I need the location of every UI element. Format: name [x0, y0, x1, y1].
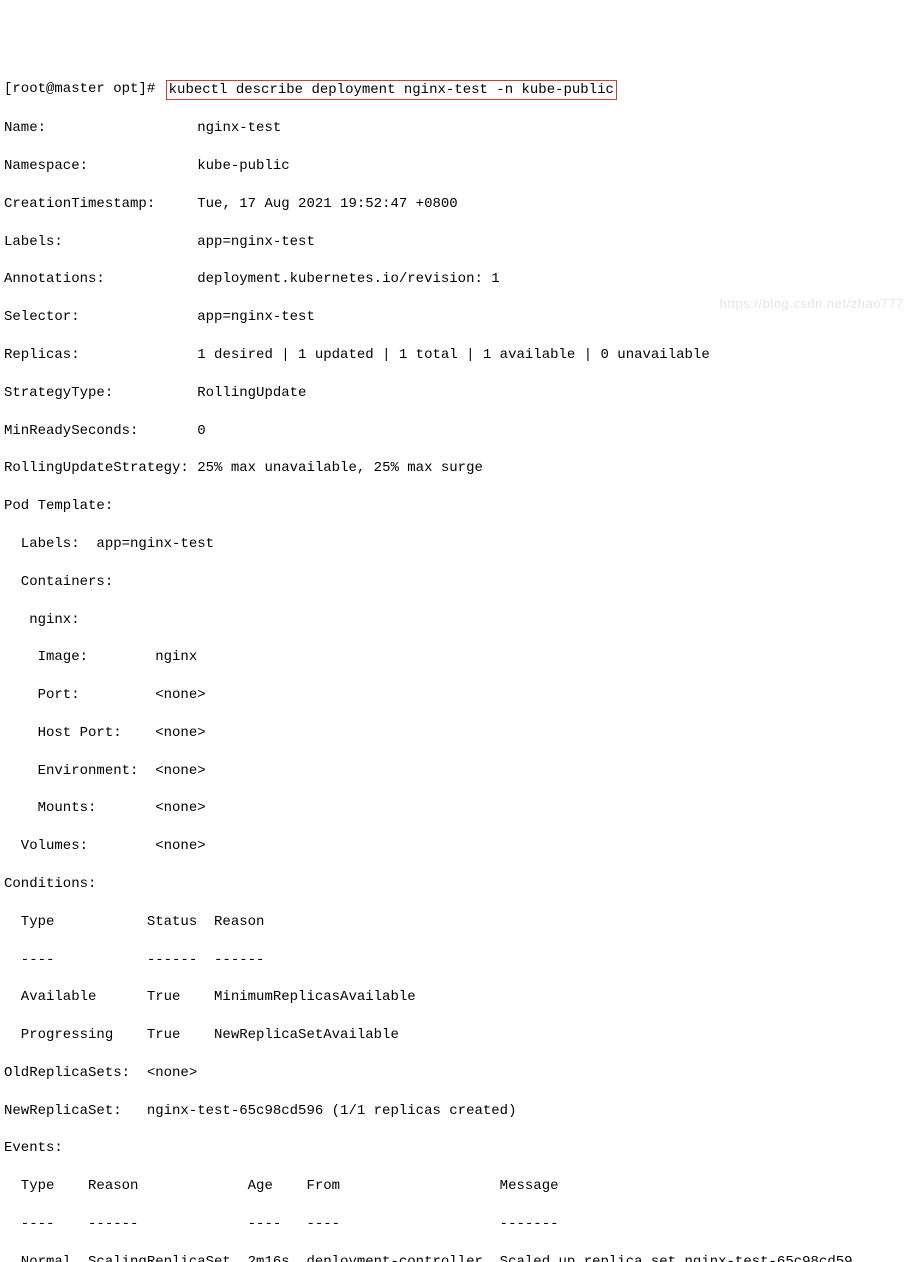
output-line: CreationTimestamp: Tue, 17 Aug 2021 19:5…	[4, 195, 906, 214]
output-line: Mounts: <none>	[4, 799, 906, 818]
output-line: Selector: app=nginx-test	[4, 308, 906, 327]
shell-prompt: [root@master opt]#	[4, 80, 164, 99]
output-line: Namespace: kube-public	[4, 157, 906, 176]
output-line: Conditions:	[4, 875, 906, 894]
output-line: ---- ------ ---- ---- -------	[4, 1215, 906, 1234]
output-line: Labels: app=nginx-test	[4, 535, 906, 554]
output-line: Labels: app=nginx-test	[4, 233, 906, 252]
output-line: Replicas: 1 desired | 1 updated | 1 tota…	[4, 346, 906, 365]
output-line: Events:	[4, 1139, 906, 1158]
output-line: Normal ScalingReplicaSet 2m16s deploymen…	[4, 1253, 906, 1262]
output-line: Environment: <none>	[4, 762, 906, 781]
output-line: Name: nginx-test	[4, 119, 906, 138]
output-line: Type Reason Age From Message	[4, 1177, 906, 1196]
output-line: MinReadySeconds: 0	[4, 422, 906, 441]
output-line: Type Status Reason	[4, 913, 906, 932]
output-line: Image: nginx	[4, 648, 906, 667]
output-line: RollingUpdateStrategy: 25% max unavailab…	[4, 459, 906, 478]
prompt-line-1: [root@master opt]# kubectl describe depl…	[4, 80, 906, 101]
output-line: ---- ------ ------	[4, 951, 906, 970]
highlighted-command: kubectl describe deployment nginx-test -…	[166, 80, 617, 101]
output-line: Pod Template:	[4, 497, 906, 516]
output-line: NewReplicaSet: nginx-test-65c98cd596 (1/…	[4, 1102, 906, 1121]
output-line: Host Port: <none>	[4, 724, 906, 743]
output-line: Containers:	[4, 573, 906, 592]
output-line: OldReplicaSets: <none>	[4, 1064, 906, 1083]
output-line: Progressing True NewReplicaSetAvailable	[4, 1026, 906, 1045]
output-line: StrategyType: RollingUpdate	[4, 384, 906, 403]
output-line: nginx:	[4, 611, 906, 630]
output-line: Available True MinimumReplicasAvailable	[4, 988, 906, 1007]
output-line: Volumes: <none>	[4, 837, 906, 856]
output-line: Annotations: deployment.kubernetes.io/re…	[4, 270, 906, 289]
output-line: Port: <none>	[4, 686, 906, 705]
